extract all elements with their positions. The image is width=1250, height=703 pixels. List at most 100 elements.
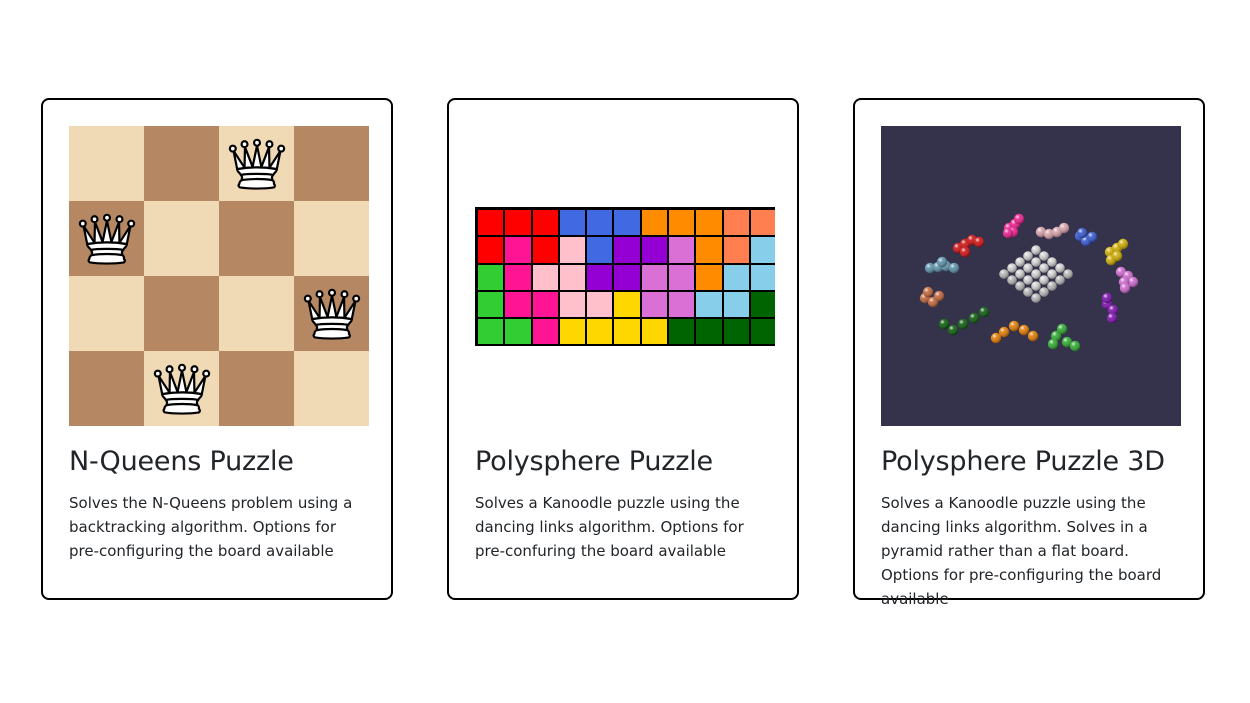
grid-cell <box>531 318 559 346</box>
sphere-shine <box>1031 281 1041 291</box>
sphere-shine <box>1015 281 1025 291</box>
queen-icon <box>228 138 285 190</box>
sphere-shine <box>1058 222 1070 234</box>
sphere-shine <box>973 236 985 248</box>
card-description: Solves a Kanoodle puzzle using the danci… <box>881 494 1162 608</box>
grid-cell <box>558 318 587 346</box>
grid-cell <box>695 290 723 319</box>
sphere-shine <box>1008 320 1020 332</box>
grid-cell <box>613 236 641 264</box>
grid-cell <box>531 209 559 237</box>
grid-cell <box>749 236 775 264</box>
card-polysphere[interactable]: Polysphere Puzzle Solves a Kanoodle puzz… <box>447 98 799 600</box>
sphere-shine <box>1039 251 1049 261</box>
sphere-shine <box>1056 323 1068 335</box>
sphere-shine <box>1063 269 1073 279</box>
sphere-shine <box>1047 281 1057 291</box>
board-square <box>219 126 294 201</box>
grid-cell <box>504 318 532 346</box>
grid-cell <box>477 290 505 319</box>
sphere-shine <box>1119 282 1131 294</box>
sphere-shine <box>1039 275 1049 285</box>
sphere-shine <box>922 286 934 298</box>
grid-cell <box>477 318 505 346</box>
card-title: Polysphere Puzzle 3D <box>881 446 1165 477</box>
sphere-shine <box>938 318 950 330</box>
grid-cell <box>613 209 641 237</box>
queen-icon <box>153 363 210 415</box>
grid-cell <box>749 263 775 291</box>
sphere-shine <box>1031 245 1041 255</box>
card-description: Solves the N-Queens problem using a back… <box>69 494 353 560</box>
grid-cell <box>749 318 775 346</box>
grid-cell <box>531 290 559 319</box>
grid-cell <box>695 318 723 346</box>
sphere-shine <box>1023 263 1033 273</box>
sphere-shine <box>948 262 960 274</box>
grid-cell <box>640 236 669 264</box>
polysphere-3d-render-image <box>881 126 1181 426</box>
grid-cell <box>613 263 641 291</box>
sphere-shine <box>1023 275 1033 285</box>
board-square <box>294 126 369 201</box>
grid-cell <box>640 290 669 319</box>
grid-cell <box>613 318 641 346</box>
grid-cell <box>695 209 723 237</box>
sphere-shine <box>1018 324 1030 336</box>
board-square <box>219 351 294 426</box>
grid-cell <box>749 209 775 237</box>
chess-board <box>69 126 369 426</box>
grid-cell <box>558 290 587 319</box>
polysphere-board-image <box>475 126 775 426</box>
sphere-shine <box>1007 263 1017 273</box>
sphere-shine <box>1076 227 1088 239</box>
sphere-shine <box>1055 275 1065 285</box>
grid-cell <box>558 209 587 237</box>
sphere-shine <box>1039 263 1049 273</box>
sphere-shine <box>957 318 969 330</box>
board-square <box>219 276 294 351</box>
sphere-shine <box>1055 263 1065 273</box>
queen-icon <box>303 288 360 340</box>
sphere-shine <box>1015 257 1025 267</box>
sphere-shine <box>978 306 990 318</box>
queen-icon <box>78 213 135 265</box>
board-square <box>144 276 219 351</box>
sphere-shine <box>1015 269 1025 279</box>
grid-cell <box>668 236 696 264</box>
grid-cell <box>586 209 614 237</box>
grid-cell <box>640 209 669 237</box>
sphere-shine <box>1111 250 1123 262</box>
card-polysphere-3d[interactable]: Polysphere Puzzle 3D Solves a Kanoodle p… <box>853 98 1205 608</box>
card-title: Polysphere Puzzle <box>475 446 713 477</box>
grid-cell <box>722 318 750 346</box>
sphere-shine <box>1023 251 1033 261</box>
sphere-shine <box>933 290 945 302</box>
sphere-shine <box>968 312 980 324</box>
grid-cell <box>586 236 614 264</box>
sphere-shine <box>936 256 948 268</box>
board-square <box>294 276 369 351</box>
card-n-queens[interactable]: N-Queens Puzzle Solves the N-Queens prob… <box>41 98 393 600</box>
grid-cell <box>504 290 532 319</box>
card-description: Solves a Kanoodle puzzle using the danci… <box>475 494 744 560</box>
grid-cell <box>531 263 559 291</box>
sphere-shine <box>1031 257 1041 267</box>
board-square <box>69 126 144 201</box>
grid-cell <box>722 263 750 291</box>
sphere-shine <box>959 246 971 258</box>
grid-cell <box>477 236 505 264</box>
sphere-shine <box>1023 287 1033 297</box>
sphere-shine <box>1086 231 1098 243</box>
grid-cell <box>558 263 587 291</box>
sphere-shine <box>947 324 959 336</box>
sphere-shine <box>1106 312 1118 324</box>
grid-cell <box>695 236 723 264</box>
sphere-shine <box>1031 269 1041 279</box>
sphere-shine <box>1039 287 1049 297</box>
grid-cell <box>749 290 775 319</box>
board-square <box>294 351 369 426</box>
polysphere-grid <box>475 207 775 346</box>
board-square <box>144 126 219 201</box>
board-square <box>219 201 294 276</box>
